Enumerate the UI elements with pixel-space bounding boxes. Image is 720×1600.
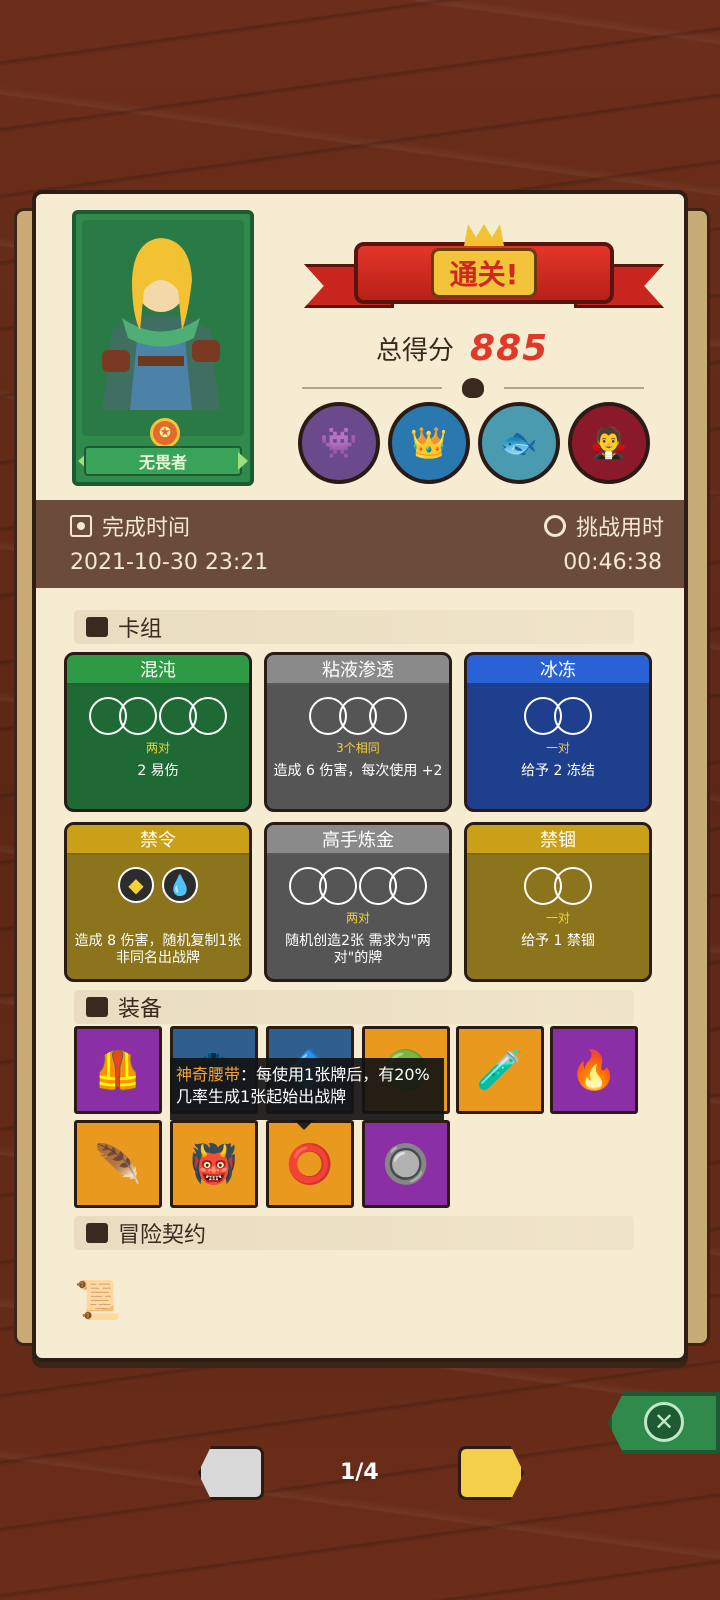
deck-section-title: 卡组 (118, 617, 163, 642)
hero-card[interactable]: ✪ 无畏者 (72, 210, 254, 486)
ribbon-banner: 通关! (354, 242, 614, 304)
score-label: 总得分 (376, 336, 455, 366)
hero-figure-icon (82, 220, 240, 410)
equipment-section-header: 装备 (74, 990, 634, 1024)
combo-name: 混沌 (67, 655, 249, 685)
equipment-slot[interactable]: 🔥 (550, 1026, 638, 1114)
finish-time-label-group: 完成时间 (70, 510, 190, 542)
combo-card[interactable]: 粘液渗透 3个相同 造成 6 伤害，每次使用 +2 (264, 652, 452, 812)
hero-class-badge-icon: ✪ (150, 418, 180, 448)
equipment-slot[interactable]: 👹 (170, 1120, 258, 1208)
result-title: 通关! (430, 248, 538, 298)
combo-requirement: 一对 (545, 911, 570, 925)
equipment-slot[interactable]: 🪶 (74, 1120, 162, 1208)
boss-divider (292, 378, 652, 398)
combo-requirement: 两对 (145, 741, 170, 755)
potion-icon: 🧪 (476, 1047, 524, 1092)
skull-icon (462, 378, 484, 398)
combo-name: 粘液渗透 (267, 655, 449, 685)
score-row: 总得分 885 (376, 328, 548, 369)
crown-cyclops-boss-icon: 👑 (410, 425, 448, 461)
combo-slots (467, 697, 649, 735)
divider-line-left (302, 387, 442, 389)
box-icon (86, 997, 108, 1017)
contract-section-title: 冒险契约 (118, 1223, 207, 1248)
next-page-button[interactable] (458, 1446, 524, 1500)
combo-name: 禁锢 (467, 825, 649, 855)
defeated-bosses: 👾 👑 🐟 🧛 (298, 402, 650, 484)
boss-portrait[interactable]: 👑 (388, 402, 470, 484)
contract-section-header: 冒险契约 (74, 1216, 634, 1250)
boss-portrait[interactable]: 🐟 (478, 402, 560, 484)
combo-name: 冰冻 (467, 655, 649, 685)
equipment-tooltip: 神奇腰带：每使用1张牌后，有20%几率生成1张起始出战牌 (170, 1058, 444, 1130)
yellow-gem-icon: ◆ (118, 867, 154, 903)
combo-card[interactable]: 高手炼金 两对 随机创造2张 需求为"两对"的牌 (264, 822, 452, 982)
hero-portrait (82, 220, 244, 436)
golem-boss-icon: 👾 (320, 425, 358, 461)
equipment-section-title: 装备 (118, 997, 163, 1022)
combo-description: 造成 8 伤害，随机复制1张非同名出战牌 (74, 933, 242, 966)
hero-name: 无畏者 (84, 446, 242, 476)
duration-value: 00:46:38 (563, 550, 662, 575)
divider-line-right (504, 387, 644, 389)
combo-slots (467, 867, 649, 905)
combo-card[interactable]: 冰冻 一对 给予 2 冻结 (464, 652, 652, 812)
blue-drop-icon: 💧 (162, 867, 198, 903)
combo-name: 高手炼金 (267, 825, 449, 855)
combo-slots: ◆ 💧 (67, 867, 249, 903)
page-indicator: 1/4 (340, 1460, 379, 1485)
boss-portrait[interactable]: 🧛 (568, 402, 650, 484)
cards-icon (86, 617, 108, 637)
stopwatch-icon (543, 515, 566, 537)
next-hero-arrow-icon[interactable] (238, 452, 248, 470)
combo-card[interactable]: 混沌 两对 2 易伤 (64, 652, 252, 812)
demon-mask-icon: 👹 (190, 1141, 238, 1186)
duration-label-group: 挑战用时 (543, 510, 664, 542)
run-info-bar: 完成时间 2021-10-30 23:21 挑战用时 00:46:38 (36, 500, 684, 588)
magic-belt-icon: ⭕ (286, 1141, 334, 1186)
feather-icon: 🪶 (94, 1141, 142, 1186)
button-icon: 🔘 (382, 1141, 430, 1186)
combo-description: 给予 2 冻结 (521, 763, 595, 779)
person-icon (86, 1223, 108, 1243)
equipment-slot[interactable]: 🧪 (456, 1026, 544, 1114)
fish-boss-icon: 🐟 (500, 425, 538, 461)
combo-requirement: 两对 (345, 911, 370, 925)
combo-card[interactable]: 禁锢 一对 给予 1 禁锢 (464, 822, 652, 982)
combo-requirement: 一对 (545, 741, 570, 755)
camera-icon (70, 515, 92, 537)
combo-slots (267, 697, 449, 735)
finish-time-label: 完成时间 (102, 516, 191, 541)
combo-slots (267, 867, 449, 905)
close-icon[interactable]: ✕ (644, 1402, 684, 1442)
combo-slots (67, 697, 249, 735)
finish-time-value: 2021-10-30 23:21 (70, 550, 269, 575)
combo-card[interactable]: 禁令 ◆ 💧 造成 8 伤害，随机复制1张非同名出战牌 (64, 822, 252, 982)
combo-description: 造成 6 伤害，每次使用 +2 (273, 763, 443, 779)
victory-ribbon: 通关! (304, 224, 664, 324)
combo-name: 禁令 (67, 825, 249, 855)
combo-description: 随机创造2张 需求为"两对"的牌 (285, 933, 431, 966)
scroll-icon[interactable]: 📜 (74, 1278, 121, 1326)
vest-icon: 🦺 (94, 1047, 142, 1092)
vampire-boss-icon: 🧛 (590, 425, 628, 461)
combo-requirement: 3个相同 (336, 741, 380, 755)
duration-label: 挑战用时 (575, 516, 664, 541)
fire-gem-icon: 🔥 (570, 1047, 618, 1092)
tooltip-item-name: 神奇腰带 (176, 1065, 241, 1084)
result-panel: ✪ 无畏者 通关! 总得分 885 👾 👑 🐟 🧛 完成时间 2021-10-3… (32, 190, 688, 1362)
crown-icon (464, 224, 504, 246)
combo-description: 2 易伤 (137, 763, 179, 779)
deck-section-header: 卡组 (74, 610, 634, 644)
equipment-slot[interactable]: ⭕ (266, 1120, 354, 1208)
equipment-slot[interactable]: 🔘 (362, 1120, 450, 1208)
score-value: 885 (470, 328, 549, 369)
combo-description: 给予 1 禁锢 (521, 933, 595, 949)
equipment-slot[interactable]: 🦺 (74, 1026, 162, 1114)
boss-portrait[interactable]: 👾 (298, 402, 380, 484)
prev-page-button[interactable] (198, 1446, 264, 1500)
